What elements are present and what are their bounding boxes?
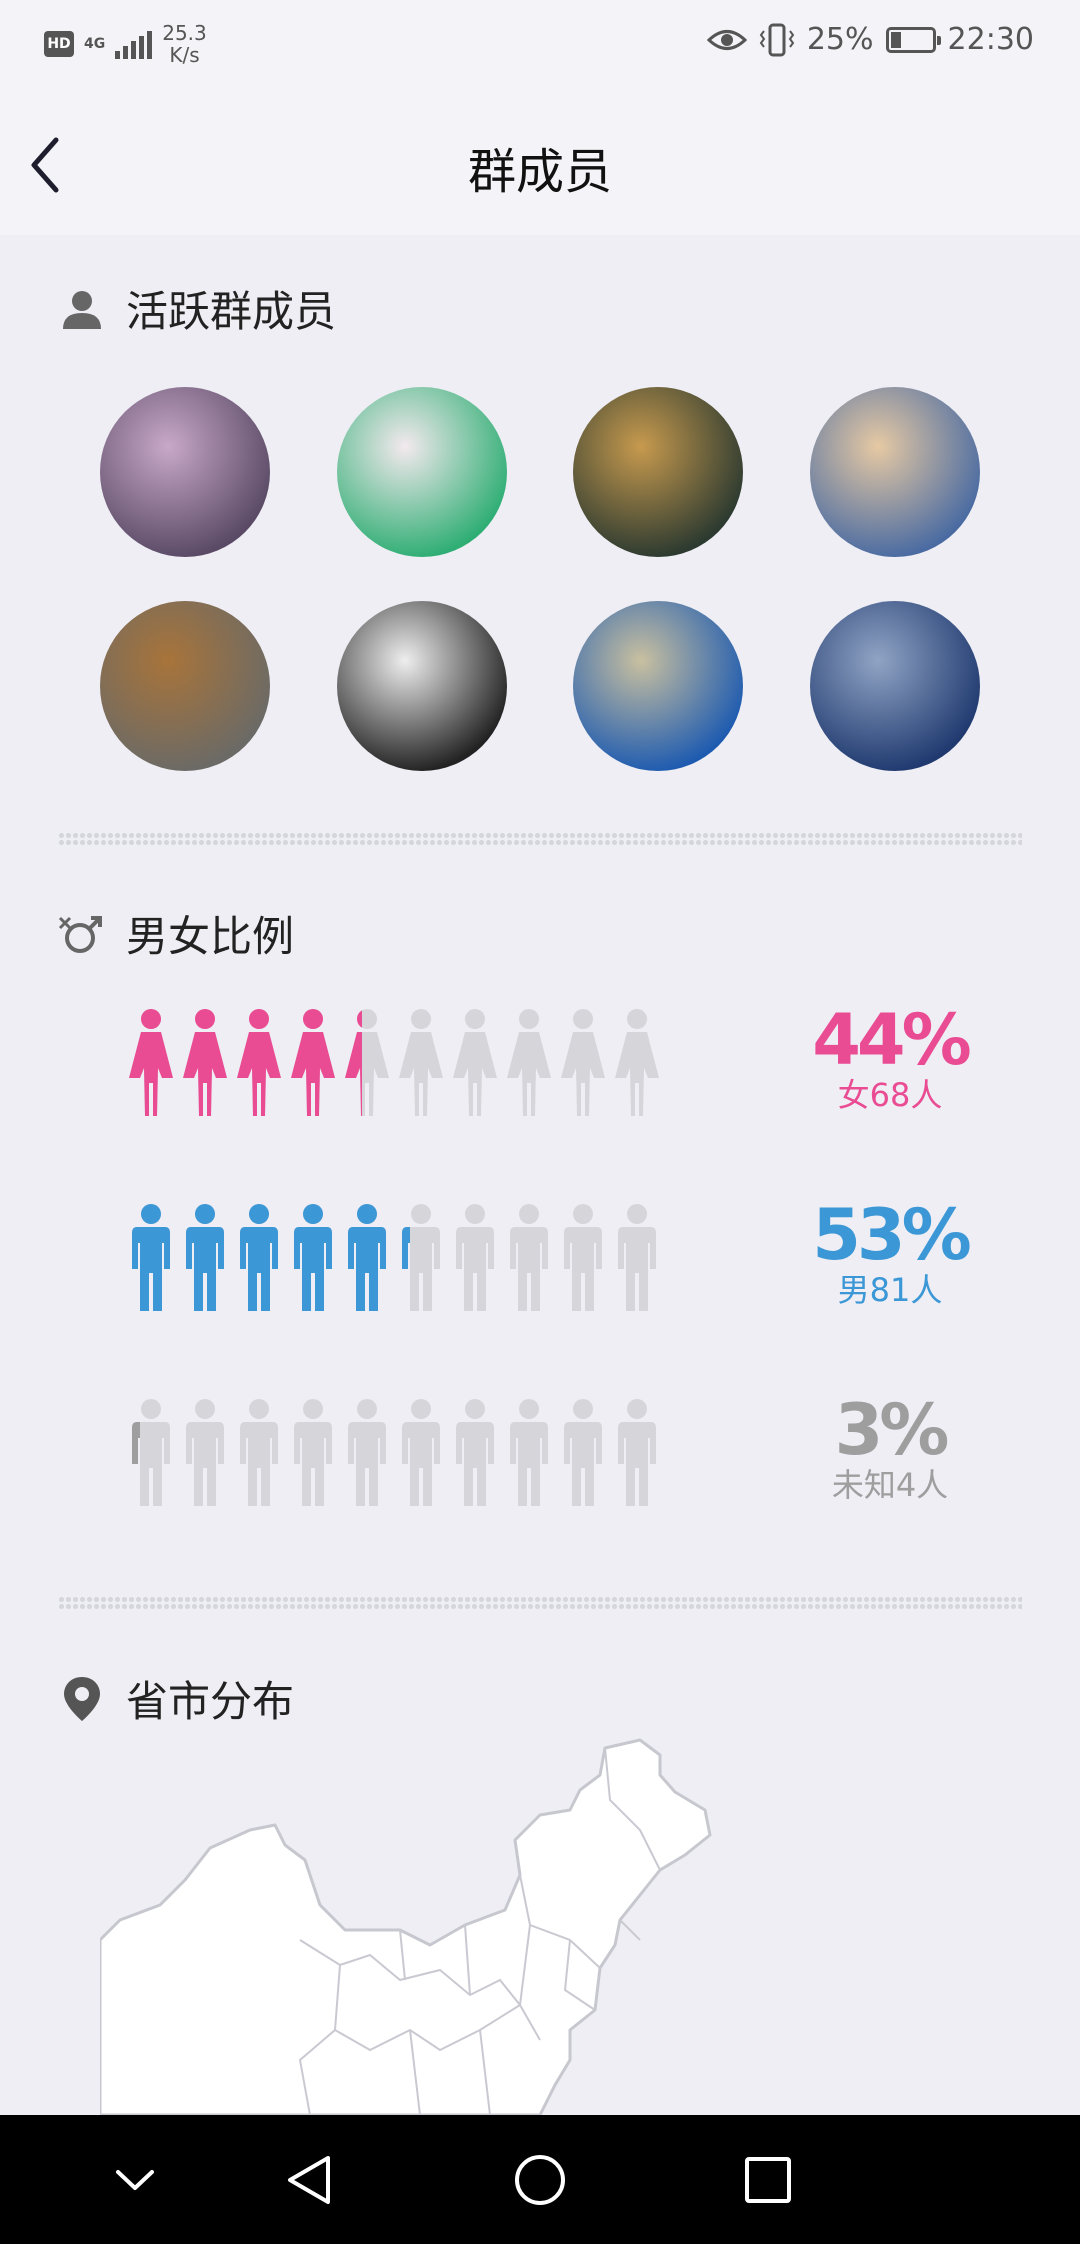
male-person-icon [340,1203,394,1313]
clock: 22:30 [947,22,1034,57]
male-person-icon [232,1203,286,1313]
province-title: 省市分布 [126,1677,295,1726]
location-pin-icon [58,1675,106,1723]
member-avatar[interactable] [573,601,743,771]
member-avatar[interactable] [100,387,270,557]
status-bar: HD 4G 25.3 K/s 25% 22:30 [0,0,1080,90]
gender-ratio-header: 男女比例 [58,903,294,964]
unknown-person-icon [448,1398,502,1508]
network-type: 4G [84,36,106,52]
female-stat: 44% 女68人 [770,1003,1010,1113]
unknown-stat: 3% 未知4人 [770,1393,1010,1503]
eye-icon [706,29,747,50]
unknown-person-icon [286,1398,340,1508]
hd-badge: HD [44,31,74,57]
male-person-icon [124,1203,178,1313]
speed-unit: K/s [169,43,200,67]
active-members-title: 活跃群成员 [126,287,337,336]
back-triangle-icon [288,2156,330,2204]
nav-recents-button[interactable] [733,2145,803,2215]
male-stat: 53% 男81人 [770,1198,1010,1308]
female-percent: 44% [812,999,972,1081]
member-avatar[interactable] [573,387,743,557]
province-header: 省市分布 [58,1668,294,1729]
member-avatar[interactable] [337,601,507,771]
member-avatar[interactable] [810,387,980,557]
female-person-icon [610,1008,664,1118]
female-person-icon [394,1008,448,1118]
male-person-icon [502,1203,556,1313]
male-person-icon [610,1203,664,1313]
female-person-icon [124,1008,178,1118]
active-members-header: 活跃群成员 [58,278,336,339]
page-title: 群成员 [467,144,612,200]
status-left: HD 4G 25.3 K/s [44,22,207,66]
gender-icon [58,910,106,958]
unknown-person-icon [556,1398,610,1508]
unknown-person-icon [610,1398,664,1508]
female-count: 女68人 [837,1076,943,1114]
female-person-icon [178,1008,232,1118]
status-right: 25% 22:30 [706,22,1034,57]
male-person-icon [394,1203,448,1313]
system-navigation-bar [0,2115,1080,2244]
section-divider [58,1596,1022,1610]
male-person-icon [448,1203,502,1313]
battery-percent: 25% [806,22,874,57]
female-person-icon [448,1008,502,1118]
male-person-icon [178,1203,232,1313]
female-person-icon [340,1008,394,1118]
speed-value: 25.3 [162,21,207,45]
unknown-percent: 3% [834,1389,950,1471]
member-avatar[interactable] [337,387,507,557]
female-person-icon [286,1008,340,1118]
male-percent: 53% [812,1194,972,1276]
member-avatar[interactable] [100,601,270,771]
male-person-icon [556,1203,610,1313]
battery-icon [885,26,941,53]
recents-square-icon [745,2157,791,2203]
nav-home-button[interactable] [505,2145,575,2215]
female-pictogram-row [124,1008,664,1118]
network-speed: 25.3 K/s [162,22,207,66]
male-pictogram-row [124,1203,664,1313]
female-person-icon [232,1008,286,1118]
unknown-person-icon [502,1398,556,1508]
nav-hide-button[interactable] [100,2145,170,2215]
nav-back-button[interactable] [275,2145,345,2215]
person-icon [58,285,106,333]
unknown-person-icon [340,1398,394,1508]
section-divider [58,832,1022,846]
unknown-person-icon [232,1398,286,1508]
unknown-person-icon [178,1398,232,1508]
signal-icon [115,29,153,59]
header: 群成员 [0,90,1080,235]
gender-ratio-title: 男女比例 [126,912,295,961]
male-count: 男81人 [837,1271,943,1309]
vibrate-icon [759,23,795,56]
female-person-icon [556,1008,610,1118]
unknown-person-icon [124,1398,178,1508]
member-avatar[interactable] [810,601,980,771]
chevron-down-icon [116,2170,154,2190]
unknown-count: 未知4人 [831,1466,949,1504]
unknown-pictogram-row [124,1398,664,1508]
male-person-icon [286,1203,340,1313]
unknown-person-icon [394,1398,448,1508]
female-person-icon [502,1008,556,1118]
home-circle-icon [515,2155,565,2205]
china-map-icon[interactable] [100,1730,960,2115]
